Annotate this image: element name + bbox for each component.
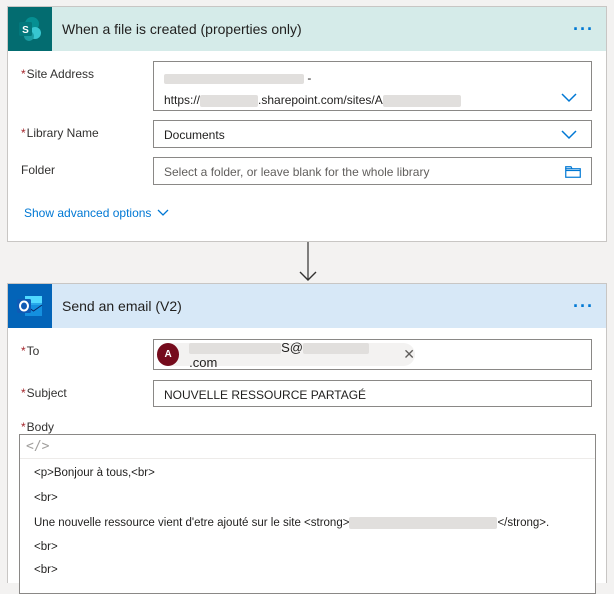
recipient-chip[interactable]: A S@.com ✕	[157, 340, 415, 370]
svg-text:S: S	[22, 25, 29, 36]
outlook-icon	[8, 284, 52, 328]
folder-input[interactable]: Select a folder, or leave blank for the …	[153, 157, 592, 185]
redacted-text	[189, 342, 282, 354]
action-title: Send an email (V2)	[62, 298, 182, 314]
avatar: A	[157, 343, 180, 366]
redacted-text	[164, 73, 304, 84]
redacted-text	[382, 94, 461, 107]
ellipsis-icon[interactable]: ···	[573, 20, 594, 38]
to-label: *To	[21, 344, 40, 358]
body-line: Une nouvelle ressource vient d'etre ajou…	[34, 517, 550, 530]
library-name-dropdown[interactable]: Documents	[153, 120, 592, 148]
folder-picker-icon[interactable]	[565, 166, 581, 178]
subject-input[interactable]: NOUVELLE RESSOURCE PARTAGÉ	[153, 380, 592, 407]
code-view-icon[interactable]: </>	[26, 439, 49, 454]
trigger-header[interactable]: S When a file is created (properties onl…	[8, 7, 606, 51]
chevron-down-icon[interactable]	[561, 93, 577, 103]
subject-label: *Subject	[21, 386, 67, 400]
ellipsis-icon[interactable]: ···	[573, 297, 594, 315]
trigger-card: S When a file is created (properties onl…	[7, 6, 607, 242]
to-input[interactable]: A S@.com ✕	[153, 339, 592, 370]
body-line: <br>	[34, 492, 58, 504]
library-name-label: *Library Name	[21, 126, 99, 140]
site-address-dropdown[interactable]: - https://.sharepoint.com/sites/A	[153, 61, 592, 111]
folder-label: Folder	[21, 163, 56, 177]
redacted-text	[200, 94, 259, 107]
sharepoint-icon: S	[8, 7, 52, 51]
redacted-text	[303, 342, 369, 354]
body-line: <p>Bonjour à tous,<br>	[34, 467, 155, 479]
redacted-text	[349, 517, 498, 529]
code-view-toggle[interactable]: </>	[20, 435, 595, 459]
flow-connector-arrow-icon	[299, 242, 317, 281]
body-label: *Body	[21, 420, 55, 434]
action-card: Send an email (V2) ··· *To A S@.com ✕ *S…	[7, 283, 607, 594]
trigger-title: When a file is created (properties only)	[62, 21, 302, 37]
show-advanced-options-link[interactable]: Show advanced options	[24, 206, 169, 220]
body-line: <br>	[34, 541, 58, 553]
chevron-down-icon	[157, 209, 169, 216]
body-editor[interactable]: </> <p>Bonjour à tous,<br> <br> Une nouv…	[19, 434, 596, 594]
action-header[interactable]: Send an email (V2) ···	[8, 284, 606, 328]
site-address-label: *Site Address	[21, 67, 95, 81]
remove-recipient-icon[interactable]: ✕	[403, 346, 415, 363]
body-line: <br>	[34, 564, 58, 576]
chevron-down-icon[interactable]	[561, 130, 577, 140]
